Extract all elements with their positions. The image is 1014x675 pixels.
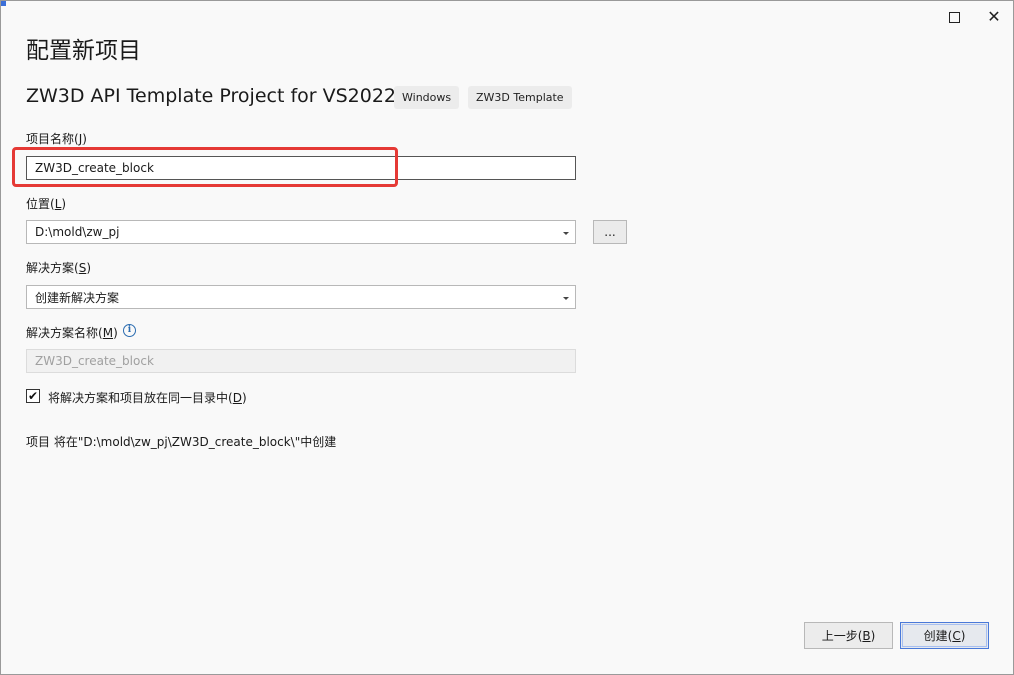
dialog-window: ✕ 配置新项目 ZW3D API Template Project for VS… [0,0,1014,675]
solution-value: 创建新解决方案 [35,290,120,305]
solution-name-input: ZW3D_create_block [26,349,576,373]
same-directory-label[interactable]: 将解决方案和项目放在同一目录中(D) [48,389,247,406]
project-name-input[interactable]: ZW3D_create_block [26,156,576,180]
project-location-summary: 项目 将在"D:\mold\zw_pj\ZW3D_create_block\"中… [26,435,337,449]
solution-label: 解决方案(S) [26,261,92,275]
location-combobox[interactable]: D:\mold\zw_pj [26,220,576,244]
location-value: D:\mold\zw_pj [35,225,120,239]
project-name-label: 项目名称(J) [26,132,87,146]
info-icon[interactable]: i [123,324,136,337]
maximize-button[interactable] [944,7,964,27]
corner-marker [1,1,6,6]
solution-name-label: 解决方案名称(M) [26,326,118,340]
page-title: 配置新项目 [26,38,141,64]
tag-zw3d-template: ZW3D Template [468,86,572,109]
close-button[interactable]: ✕ [984,7,1004,27]
create-button[interactable]: 创建(C) [900,622,989,649]
back-button[interactable]: 上一步(B) [804,622,893,649]
browse-button[interactable]: ... [593,220,627,244]
close-icon: ✕ [987,7,1001,26]
maximize-icon [948,11,960,23]
chevron-down-icon [563,297,569,300]
solution-name-value: ZW3D_create_block [35,354,154,368]
solution-select[interactable]: 创建新解决方案 [26,285,576,309]
location-label: 位置(L) [26,197,67,211]
same-directory-checkbox[interactable]: ✔ [26,389,40,403]
project-name-value: ZW3D_create_block [35,161,154,175]
checkmark-icon: ✔ [27,389,39,403]
chevron-down-icon [563,232,569,235]
template-name: ZW3D API Template Project for VS2022 [26,85,397,107]
tag-windows: Windows [394,86,460,109]
